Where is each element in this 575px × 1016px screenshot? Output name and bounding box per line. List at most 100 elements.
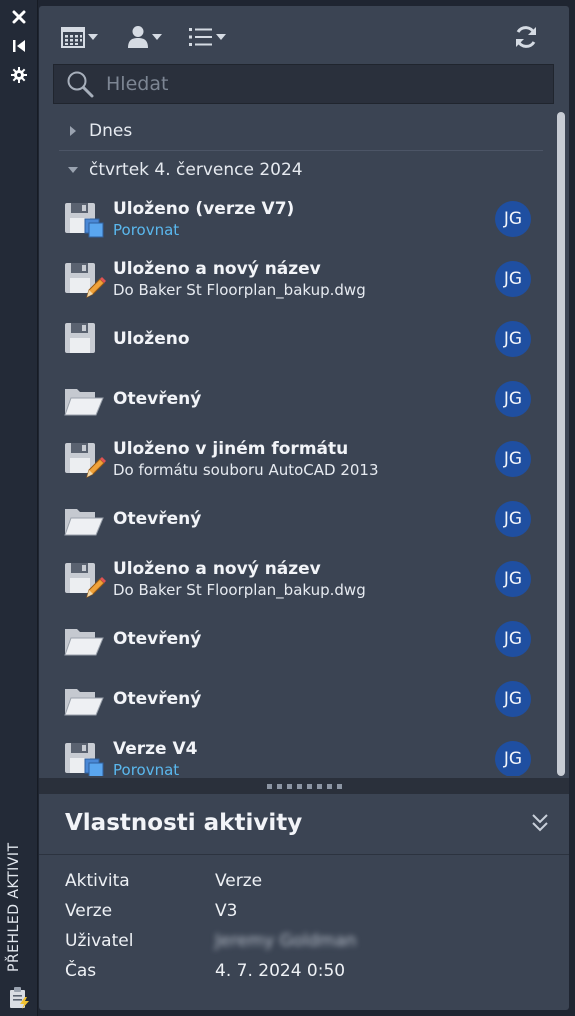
- activity-title: Otevřený: [113, 629, 202, 649]
- search-box: [53, 64, 554, 104]
- activity-item[interactable]: Otevřený JG: [53, 489, 545, 549]
- compare-link[interactable]: Porovnat: [113, 760, 197, 776]
- group-header-date[interactable]: čtvrtek 4. července 2024: [53, 151, 545, 189]
- chevron-down-icon: [216, 34, 226, 40]
- activity-text: Uloženo (verze V7) Porovnat: [113, 189, 294, 249]
- list-scrollbar[interactable]: [555, 112, 565, 776]
- save-as-icon: [65, 563, 106, 598]
- avatar: JG: [495, 561, 531, 597]
- property-value: V3: [215, 901, 238, 921]
- search-icon: [67, 71, 94, 98]
- activity-item[interactable]: Uloženo (verze V7) Porovnat JG: [53, 189, 545, 249]
- activity-title: Uloženo: [113, 329, 190, 349]
- group-header-today[interactable]: Dnes: [53, 112, 545, 150]
- activity-title: Otevřený: [113, 389, 202, 409]
- search-input[interactable]: [104, 72, 528, 96]
- activity-text: Uloženo: [113, 309, 190, 369]
- activity-icon: [63, 441, 106, 479]
- user-filter-button[interactable]: [127, 20, 162, 54]
- chevron-right-icon: [63, 125, 83, 137]
- settings-button[interactable]: [8, 64, 30, 86]
- avatar: JG: [495, 381, 531, 417]
- save-as-icon: [65, 263, 106, 298]
- double-chevron-down-icon: [532, 814, 548, 832]
- activity-icon: [63, 741, 104, 776]
- activity-icon: [63, 381, 104, 419]
- activity-item[interactable]: Verze V4 Porovnat JG: [53, 729, 545, 776]
- activity-icon: [63, 561, 106, 599]
- activity-icon: [63, 621, 104, 659]
- folder-open-icon: [64, 389, 104, 416]
- folder-open-icon: [64, 689, 104, 716]
- properties-header: Vlastnosti aktivity: [39, 794, 569, 855]
- activity-title: Verze V4: [113, 739, 198, 759]
- activity-title: Uloženo a nový název: [113, 259, 321, 279]
- activity-text: Verze V4 Porovnat: [113, 729, 197, 776]
- refresh-icon: [516, 26, 536, 48]
- refresh-button[interactable]: [513, 20, 539, 54]
- save-as-icon: [65, 443, 106, 478]
- activity-text: Otevřený: [113, 609, 201, 669]
- activity-list: Dnes čtvrtek 4. července 2024 Uloženo (v…: [53, 112, 545, 776]
- gear-icon: [11, 67, 27, 83]
- type-filter-button[interactable]: [189, 20, 226, 54]
- activity-insights-button[interactable]: [8, 986, 30, 1010]
- list-icon: [189, 28, 212, 46]
- property-value: 4. 7. 2024 0:50: [215, 961, 346, 981]
- activity-text: Uloženo v jiném formátu Do formátu soubor…: [113, 429, 379, 489]
- activity-item[interactable]: Uloženo JG: [53, 309, 545, 369]
- save-version-icon: [65, 203, 104, 238]
- activity-title: Otevřený: [113, 509, 202, 529]
- toolbar: [39, 6, 569, 64]
- compare-link[interactable]: Porovnat: [113, 220, 294, 240]
- close-button[interactable]: [8, 6, 30, 28]
- activity-text: Otevřený: [113, 489, 201, 549]
- activity-item[interactable]: Uloženo v jiném formátu Do formátu soubor…: [53, 429, 545, 489]
- property-row: Čas 4. 7. 2024 0:50: [65, 956, 545, 986]
- activity-icon: [63, 261, 106, 299]
- activity-item[interactable]: Otevřený JG: [53, 609, 545, 669]
- chevron-down-icon: [152, 34, 162, 40]
- close-icon: [12, 10, 26, 24]
- activity-icon: [63, 201, 104, 239]
- scrollbar-thumb[interactable]: [557, 112, 565, 776]
- activity-insights-panel: Dnes čtvrtek 4. července 2024 Uloženo (v…: [39, 6, 569, 1010]
- grip-icon: [266, 783, 342, 789]
- property-value: Jeremy Goldman: [215, 931, 357, 951]
- avatar: JG: [495, 501, 531, 537]
- panel-splitter[interactable]: [39, 778, 569, 794]
- activity-item[interactable]: Otevřený JG: [53, 669, 545, 729]
- properties-title: Vlastnosti aktivity: [65, 810, 303, 836]
- autohide-icon: [13, 40, 25, 52]
- activity-title: Uloženo (verze V7): [113, 199, 295, 219]
- property-key: Uživatel: [65, 931, 134, 951]
- activity-text: Otevřený: [113, 369, 201, 429]
- autohide-button[interactable]: [8, 35, 30, 57]
- save-version-icon: [65, 743, 104, 776]
- activity-icon: [63, 321, 103, 359]
- collapse-properties-button[interactable]: [531, 812, 551, 834]
- activity-title: Uloženo a nový název: [113, 559, 321, 579]
- folder-open-icon: [64, 509, 104, 536]
- group-label: Dnes: [89, 121, 133, 141]
- chevron-down-icon: [88, 34, 98, 40]
- avatar: JG: [495, 441, 531, 477]
- folder-open-icon: [64, 629, 104, 656]
- activity-item[interactable]: Uloženo a nový název Do Baker St Floorpla…: [53, 549, 545, 609]
- avatar: JG: [495, 681, 531, 717]
- avatar: JG: [495, 201, 531, 237]
- property-key: Čas: [65, 961, 97, 981]
- activity-item[interactable]: Uloženo a nový název Do Baker St Floorpla…: [53, 249, 545, 309]
- property-value: Verze: [215, 871, 263, 891]
- save-icon: [65, 323, 95, 353]
- clipboard-lightning-icon: [10, 987, 29, 1009]
- activity-title: Otevřený: [113, 689, 202, 709]
- activity-icon: [63, 501, 104, 539]
- avatar: JG: [495, 261, 531, 297]
- palette-title: PŘEHLED AKTIVIT: [6, 842, 22, 972]
- activity-icon: [63, 681, 104, 719]
- calendar-filter-button[interactable]: [61, 20, 98, 54]
- avatar: JG: [495, 621, 531, 657]
- activity-item[interactable]: Otevřený JG: [53, 369, 545, 429]
- avatar: JG: [495, 741, 531, 776]
